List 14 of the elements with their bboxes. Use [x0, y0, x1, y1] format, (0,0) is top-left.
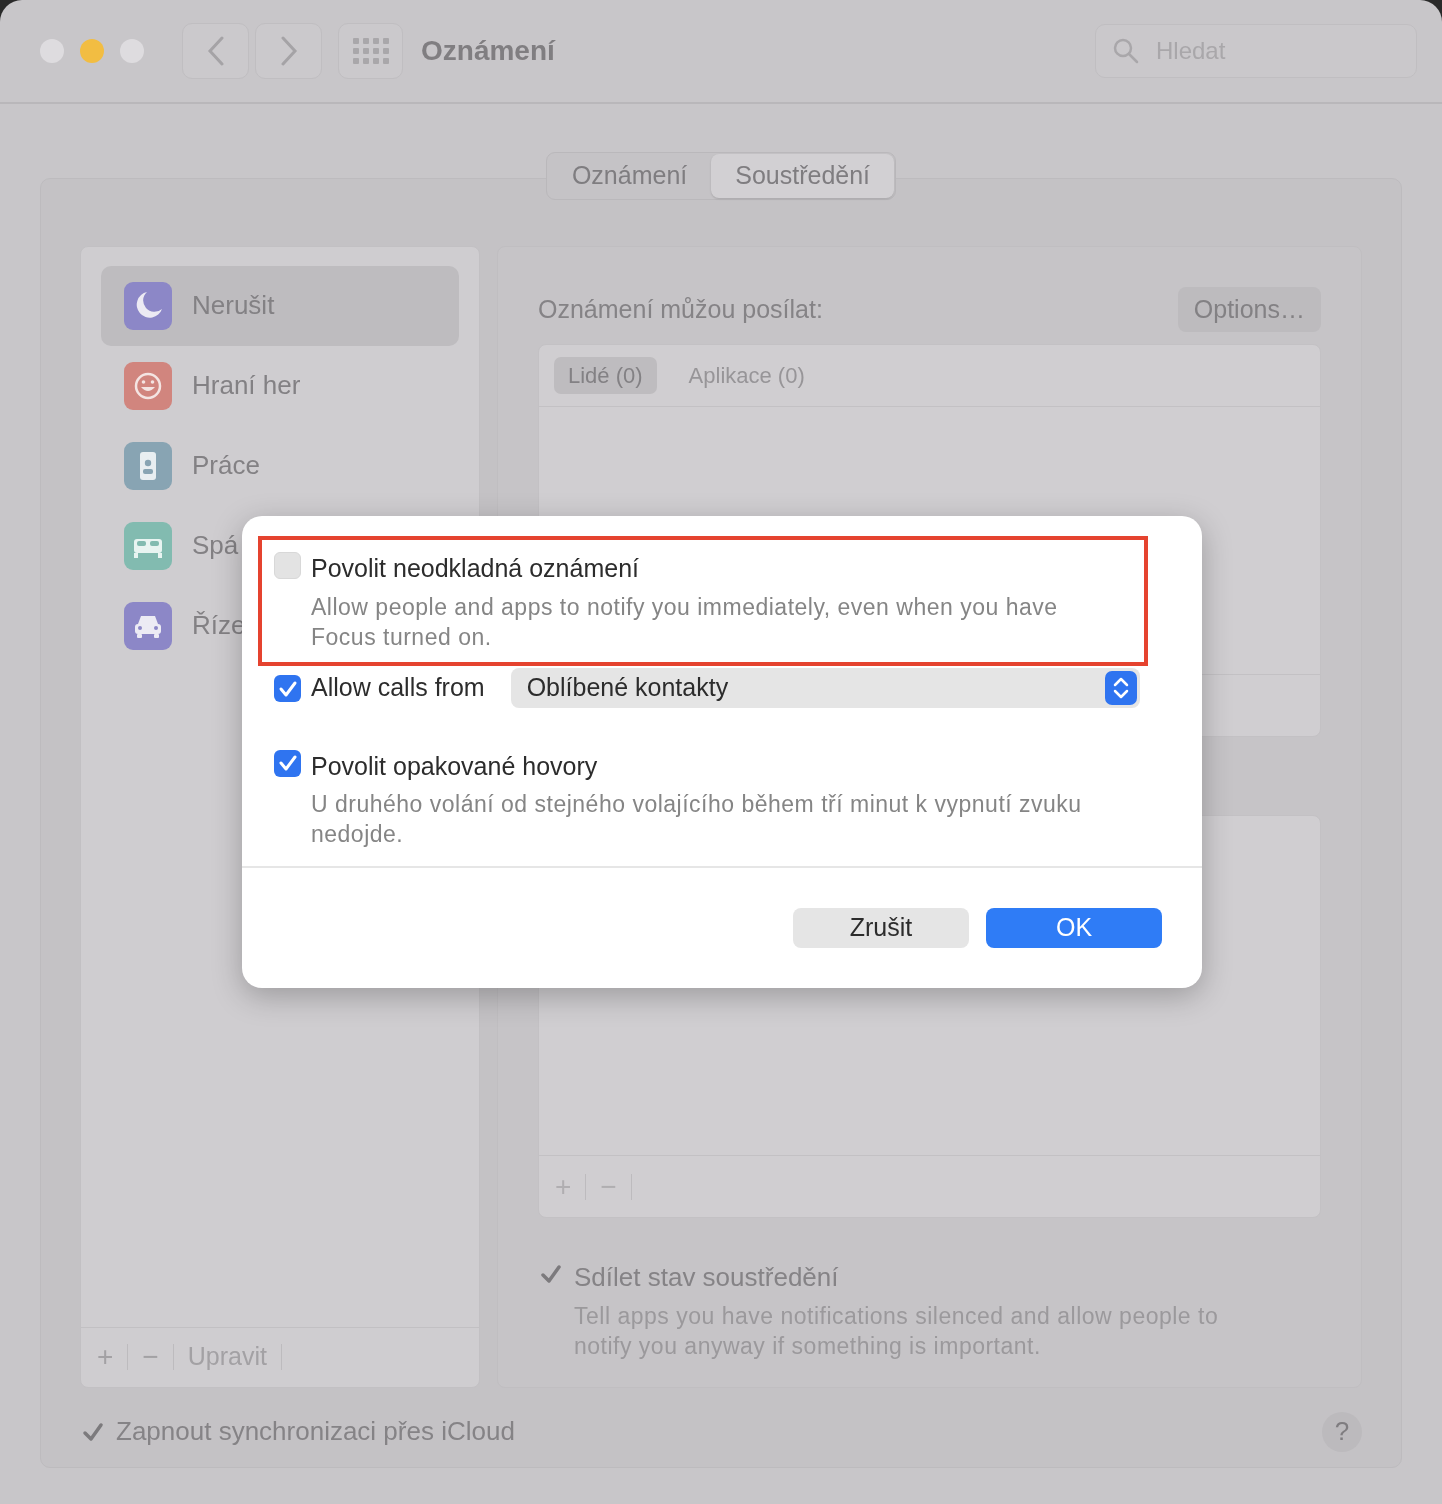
sidebar-label: Práce: [192, 449, 260, 482]
sidebar-label: Spá: [192, 529, 239, 562]
checkbox-label: Povolit opakované hovory: [311, 750, 599, 782]
description-text: U druhého volání od stejného volajícího během tří minut k vypnutí zvuku nedojde.: [311, 790, 1083, 849]
checkbox-label: Allow calls from: [311, 671, 485, 703]
sidebar-label: Říze: [192, 609, 246, 642]
section-label: Oznámení můžou posílat:: [538, 293, 823, 325]
checkbox-label: Povolit neodkladná oznámení: [311, 553, 640, 584]
checkbox-label: Sdílet stav soustředění: [574, 1261, 840, 1294]
description-text: Allow people and apps to notify you immediately, even when you have Focus turned on.: [311, 592, 1059, 652]
sidebar-label: Nerušit: [192, 289, 275, 322]
sidebar-label: Hraní her: [192, 369, 301, 402]
checkbox-label: Zapnout synchronizaci přes iCloud: [116, 1415, 515, 1448]
window-title: Oznámení: [421, 34, 555, 68]
